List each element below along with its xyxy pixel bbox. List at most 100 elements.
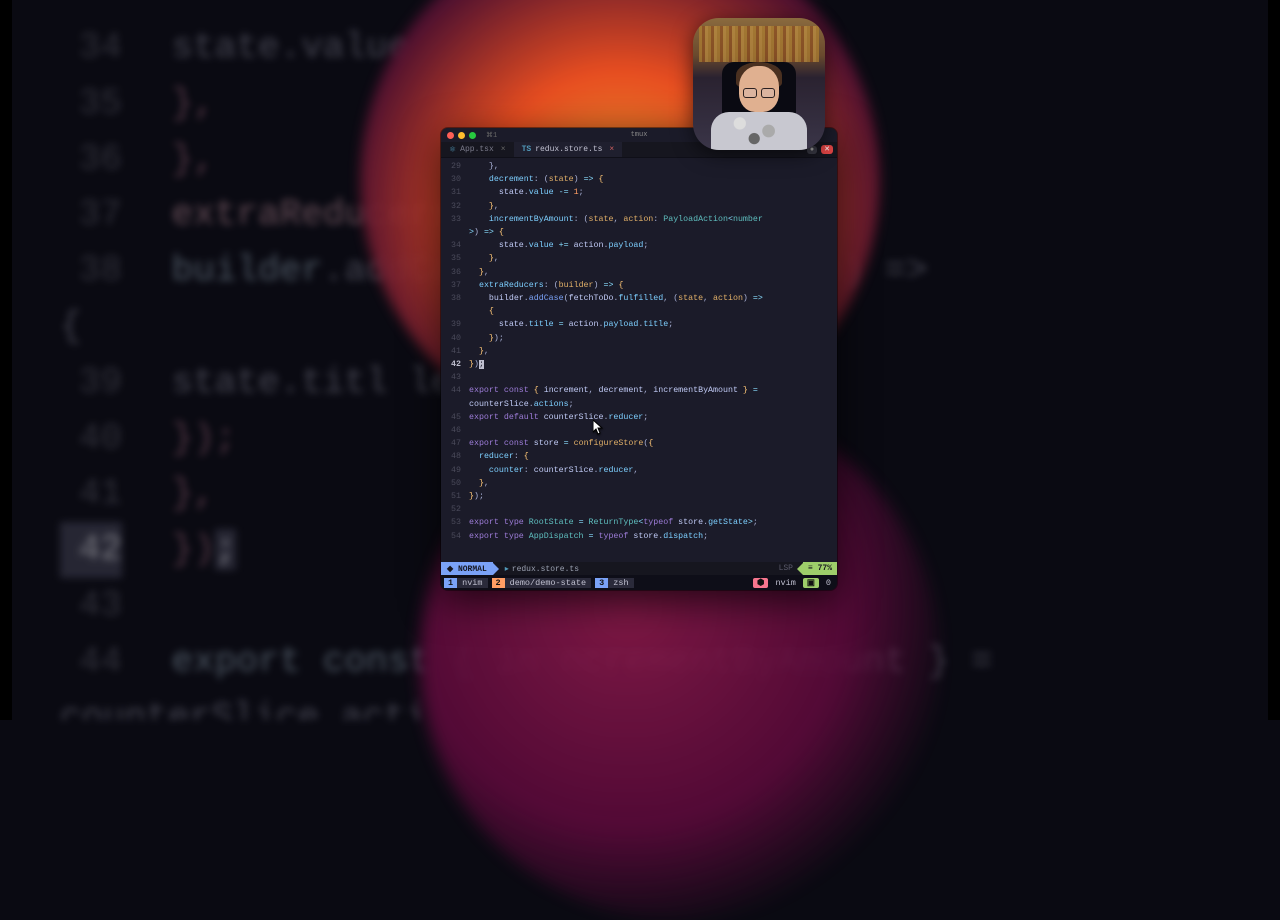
webcam-overlay [693, 18, 825, 150]
code-line[interactable]: 30 decrement: (state) => { [441, 173, 837, 186]
code-line[interactable]: 36 }, [441, 266, 837, 279]
code-line[interactable]: 38 builder.addCase(fetchToDo.fulfilled, … [441, 292, 837, 305]
code-content[interactable]: export type RootState = ReturnType<typeo… [469, 516, 837, 529]
code-line[interactable]: 33 incrementByAmount: (state, action: Pa… [441, 213, 837, 226]
code-content[interactable]: }); [469, 358, 837, 371]
tmux-status-bar: 1nvim2demo/demo-state3zsh ⬢ nvim ▣ 0 [441, 575, 837, 590]
code-line[interactable]: 31 state.value -= 1; [441, 186, 837, 199]
line-number: 44 [441, 384, 469, 397]
percent-value: 77% [818, 564, 832, 573]
code-line[interactable]: 51}); [441, 490, 837, 503]
line-number: 34 [441, 239, 469, 252]
code-content[interactable]: state.value -= 1; [469, 186, 837, 199]
code-line[interactable]: 37 extraReducers: (builder) => { [441, 279, 837, 292]
code-content[interactable]: }, [469, 266, 837, 279]
tmux-window-name: zsh [608, 578, 633, 588]
code-content[interactable]: }, [469, 477, 837, 490]
code-line[interactable]: 50 }, [441, 477, 837, 490]
code-line[interactable]: 32 }, [441, 200, 837, 213]
code-content[interactable] [469, 424, 837, 437]
code-content[interactable]: extraReducers: (builder) => { [469, 279, 837, 292]
code-content[interactable]: }); [469, 490, 837, 503]
code-line[interactable]: 45export default counterSlice.reducer; [441, 411, 837, 424]
tab-app-tsx[interactable]: ⚛ App.tsx × [441, 142, 514, 157]
line-number: 39 [441, 318, 469, 331]
code-line[interactable]: 29 }, [441, 160, 837, 173]
code-content[interactable]: }, [469, 252, 837, 265]
code-line[interactable]: 49 counter: counterSlice.reducer, [441, 464, 837, 477]
code-content[interactable]: export const { increment, decrement, inc… [469, 384, 837, 397]
code-line[interactable]: 39 state.title = action.payload.title; [441, 318, 837, 331]
close-all-icon[interactable]: ✕ [821, 145, 833, 154]
code-content[interactable]: }, [469, 160, 837, 173]
code-line[interactable]: 41 }, [441, 345, 837, 358]
code-line[interactable]: 35 }, [441, 252, 837, 265]
code-line[interactable]: 34 state.value += action.payload; [441, 239, 837, 252]
code-content[interactable]: >) => { [469, 226, 837, 239]
code-content[interactable] [469, 503, 837, 516]
close-icon[interactable]: × [609, 145, 614, 154]
code-content[interactable]: export const store = configureStore({ [469, 437, 837, 450]
host-icon: ⬢ [753, 578, 768, 588]
tmux-window[interactable]: 1nvim [444, 577, 488, 588]
code-line[interactable]: 47export const store = configureStore({ [441, 437, 837, 450]
code-content[interactable]: builder.addCase(fetchToDo.fulfilled, (st… [469, 292, 837, 305]
tmux-window-number: 3 [595, 578, 608, 588]
code-content[interactable]: incrementByAmount: (state, action: Paylo… [469, 213, 837, 226]
line-number [441, 305, 469, 318]
traffic-light-zoom-icon[interactable] [469, 132, 476, 139]
traffic-light-close-icon[interactable] [447, 132, 454, 139]
line-number [441, 226, 469, 239]
code-content[interactable]: }, [469, 345, 837, 358]
code-line[interactable]: 44export const { increment, decrement, i… [441, 384, 837, 397]
line-number: 51 [441, 490, 469, 503]
code-line[interactable]: 53export type RootState = ReturnType<typ… [441, 516, 837, 529]
code-content[interactable]: state.value += action.payload; [469, 239, 837, 252]
line-number: 33 [441, 213, 469, 226]
tmux-host: nvim [772, 578, 798, 588]
code-content[interactable]: state.title = action.payload.title; [469, 318, 837, 331]
close-icon[interactable]: × [501, 145, 506, 154]
code-content[interactable]: { [469, 305, 837, 318]
code-content[interactable]: decrement: (state) => { [469, 173, 837, 186]
code-line[interactable]: 46 [441, 424, 837, 437]
tab-redux-store-ts[interactable]: TS redux.store.ts × [514, 142, 623, 157]
code-line[interactable]: 42}); [441, 358, 837, 371]
code-content[interactable]: reducer: { [469, 450, 837, 463]
traffic-light-minimize-icon[interactable] [458, 132, 465, 139]
code-content[interactable]: }, [469, 200, 837, 213]
code-content[interactable] [469, 371, 837, 384]
code-editor[interactable]: 29 },30 decrement: (state) => {31 state.… [441, 158, 837, 562]
code-content[interactable]: counterSlice.actions; [469, 398, 837, 411]
line-number: 37 [441, 279, 469, 292]
code-line[interactable]: 43 [441, 371, 837, 384]
tmux-window[interactable]: 3zsh [595, 577, 633, 588]
code-content[interactable]: }); [469, 332, 837, 345]
typescript-icon: TS [522, 145, 532, 154]
line-number: 53 [441, 516, 469, 529]
code-line[interactable]: 48 reducer: { [441, 450, 837, 463]
line-number: 40 [441, 332, 469, 345]
tmux-status-right: ⬢ nvim ▣ 0 [753, 578, 834, 588]
line-number: 47 [441, 437, 469, 450]
tmux-window[interactable]: 2demo/demo-state [492, 577, 592, 588]
code-content[interactable]: export type AppDispatch = typeof store.d… [469, 530, 837, 543]
code-content[interactable]: export default counterSlice.reducer; [469, 411, 837, 424]
glasses-icon [741, 88, 777, 98]
code-line[interactable]: 52 [441, 503, 837, 516]
line-number: 45 [441, 411, 469, 424]
tmux-window-number: 1 [444, 578, 457, 588]
line-number: 54 [441, 530, 469, 543]
code-line[interactable]: 54export type AppDispatch = typeof store… [441, 530, 837, 543]
tmux-window-name: demo/demo-state [505, 578, 592, 588]
line-number: 42 [441, 358, 469, 371]
titlebar-shortcut: ⌘1 [486, 131, 497, 140]
line-number: 38 [441, 292, 469, 305]
terminal-window: ⌘1 tmux ⚛ App.tsx × TS redux.store.ts × … [441, 128, 837, 590]
code-line[interactable]: 40 }); [441, 332, 837, 345]
code-content[interactable]: counter: counterSlice.reducer, [469, 464, 837, 477]
webcam-shirt [711, 112, 807, 150]
code-line[interactable]: >) => { [441, 226, 837, 239]
code-line[interactable]: { [441, 305, 837, 318]
code-line[interactable]: counterSlice.actions; [441, 398, 837, 411]
